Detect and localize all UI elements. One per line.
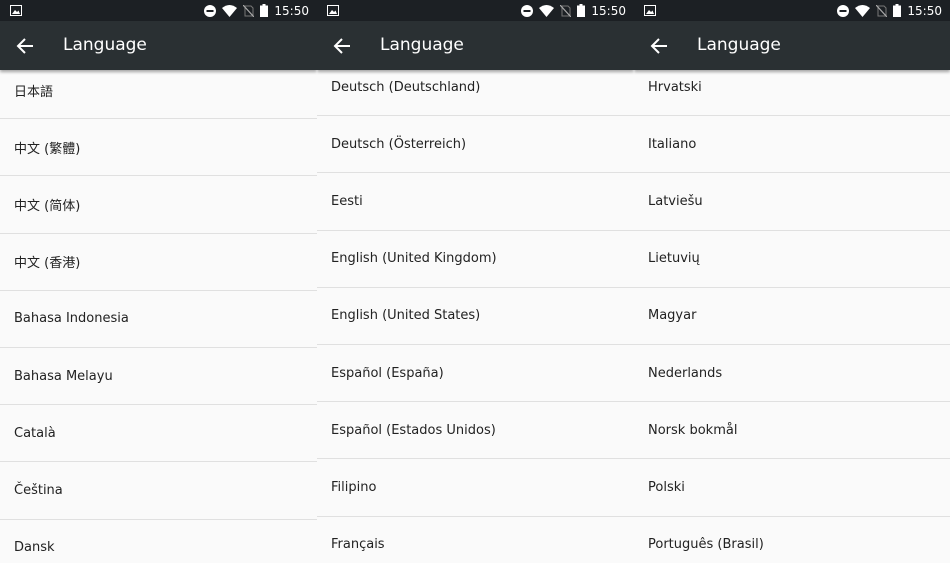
list-item[interactable]: Nederlands [634,344,950,403]
wifi-icon [222,4,238,17]
arrow-back-icon[interactable] [16,37,34,55]
language-list: Deutsch (Deutschland) Deutsch (Österreic… [317,59,634,563]
app-bar: Language [0,21,317,70]
battery-icon [893,4,902,17]
list-item[interactable]: 中文 (简体) [0,176,317,234]
language-list: Hrvatski Italiano Latviešu Lietuvių Magy… [634,59,950,563]
list-item[interactable]: Bahasa Melayu [0,347,317,406]
list-item[interactable]: Bahasa Indonesia [0,290,317,348]
list-item[interactable]: Dansk [0,519,317,563]
list-item[interactable]: Català [0,405,317,463]
page-title: Language [697,35,781,55]
list-item[interactable]: Português (Brasil) [634,516,950,563]
status-bar: 15:50 [317,0,634,21]
wifi-icon [855,4,871,17]
page-title: Language [380,35,464,55]
status-time: 15:50 [274,3,309,18]
do-not-disturb-icon [521,4,534,17]
list-item[interactable]: Lietuvių [634,230,950,288]
list-item[interactable]: Español (Estados Unidos) [317,402,634,460]
status-bar: 15:50 [634,0,950,21]
status-bar: 15:50 [0,0,317,21]
image-icon [327,5,339,16]
arrow-back-icon[interactable] [650,37,668,55]
list-item[interactable]: Latviešu [634,173,950,231]
image-icon [10,5,22,16]
list-item[interactable]: Italiano [634,116,950,174]
app-bar: Language [317,21,634,70]
list-item[interactable]: Español (España) [317,344,634,403]
list-item[interactable]: 日本語 [0,62,317,120]
status-time: 15:50 [591,3,626,18]
do-not-disturb-icon [837,4,850,17]
page-title: Language [63,35,147,55]
language-list: 日本語 中文 (繁體) 中文 (简体) 中文 (香港) Bahasa Indon… [0,62,317,563]
list-item[interactable]: 中文 (繁體) [0,119,317,177]
list-item[interactable]: Polski [634,459,950,517]
image-icon [644,5,656,16]
screen-2: 15:50 Language Deutsch (Deutschland) Deu… [317,0,634,563]
app-bar: Language [634,21,950,70]
list-item[interactable]: Čeština [0,462,317,520]
battery-icon [260,4,269,17]
list-item[interactable]: Eesti [317,173,634,231]
no-sim-icon [560,4,572,17]
no-sim-icon [876,4,888,17]
status-time: 15:50 [907,3,942,18]
list-item[interactable]: Deutsch (Österreich) [317,116,634,174]
wifi-icon [539,4,555,17]
battery-icon [577,4,586,17]
arrow-back-icon[interactable] [333,37,351,55]
screen-1: 15:50 Language 日本語 中文 (繁體) 中文 (简体) 中文 (香… [0,0,317,563]
list-item[interactable]: Français [317,516,634,563]
list-item[interactable]: Magyar [634,287,950,345]
list-item[interactable]: English (United Kingdom) [317,230,634,288]
no-sim-icon [243,4,255,17]
do-not-disturb-icon [204,4,217,17]
list-item[interactable]: English (United States) [317,287,634,345]
list-item[interactable]: Filipino [317,459,634,517]
list-item[interactable]: 中文 (香港) [0,233,317,291]
list-item[interactable]: Norsk bokmål [634,402,950,460]
screen-3: 15:50 Language Hrvatski Italiano Latvieš… [634,0,950,563]
